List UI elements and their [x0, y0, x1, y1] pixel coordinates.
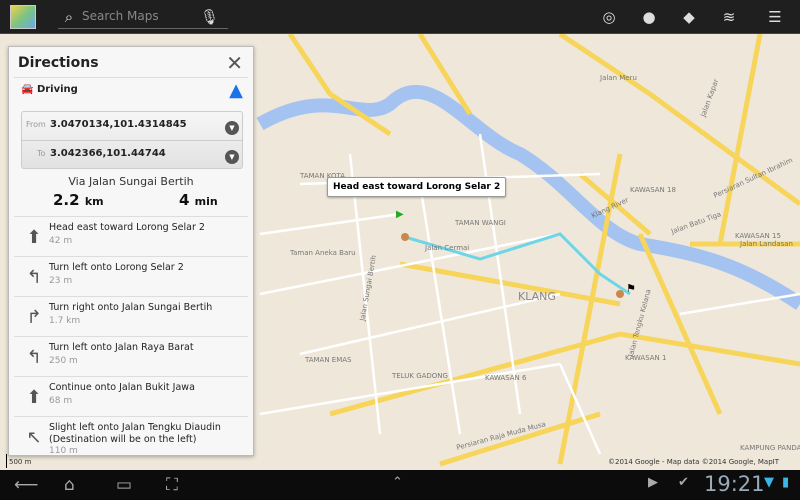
map-label: KAWASAN 15 [735, 232, 781, 240]
search-icon: ⌕ [64, 8, 74, 26]
store-check-icon: ✔ [678, 475, 689, 490]
direction-step[interactable]: ↰ Turn left onto Lorong Selar 2 23 m [14, 256, 248, 296]
clock: 19:21 [704, 472, 765, 496]
direction-step[interactable]: ⬆ Continue onto Jalan Bukit Jawa 68 m [14, 376, 248, 416]
turn-left-icon: ↰ [26, 347, 42, 368]
step-text: Head east toward Lorong Selar 2 [49, 222, 205, 233]
map-label: Jalan Landasan [740, 240, 793, 248]
direction-callout[interactable]: Head east toward Lorong Selar 2 [327, 177, 507, 197]
maps-logo-icon[interactable] [10, 5, 36, 29]
direction-step[interactable]: ↰ Turn left onto Jalan Raya Barat 250 m [14, 336, 248, 376]
step-distance: 110 m [49, 446, 78, 456]
top-action-bar: Search Maps ⌕ 🎙 ◎ ● ◆ ≋ ☰ [0, 0, 800, 34]
layers-icon[interactable]: ≋ [720, 8, 738, 26]
travel-mode-selector[interactable]: 🚘 Driving [21, 84, 78, 95]
from-field[interactable]: From 3.0470134,101.4314845 ▼ [22, 112, 242, 141]
panel-title: Directions [18, 55, 99, 71]
to-value: 3.042366,101.44744 [50, 148, 166, 159]
close-icon[interactable]: ✕ [226, 51, 243, 75]
play-store-icon: ▶ [648, 475, 658, 490]
route-distance: 2.2 km [53, 191, 104, 209]
to-label: To [37, 149, 46, 158]
map-label: Jalan Cermai [425, 244, 470, 252]
direction-step[interactable]: ↖ Slight left onto Jalan Tengku Diaudin (… [14, 416, 248, 456]
step-distance: 250 m [49, 356, 78, 366]
recent-apps-icon[interactable]: ▭ [116, 475, 132, 495]
step-text: Continue onto Jalan Bukit Jawa [49, 382, 195, 393]
map-label: TAMAN WANGI [455, 219, 506, 227]
places-icon[interactable]: ● [640, 8, 658, 26]
screenshot-icon[interactable]: ⛶ [166, 475, 178, 495]
direction-step[interactable]: ⬆ Head east toward Lorong Selar 2 42 m [14, 216, 248, 256]
turn-right-icon: ↱ [26, 307, 42, 328]
from-value: 3.0470134,101.4314845 [50, 119, 187, 130]
map-label: Jalan Meru [600, 74, 637, 82]
map-scale: 500 m [6, 454, 31, 468]
step-distance: 68 m [49, 396, 73, 406]
straight-icon: ⬆ [26, 387, 42, 408]
my-location-icon[interactable]: ◎ [600, 8, 618, 26]
back-icon[interactable]: ⟵ [14, 475, 38, 495]
to-field[interactable]: To 3.042366,101.44744 ▼ [22, 141, 242, 170]
home-icon[interactable]: ⌂ [64, 475, 75, 495]
step-text: Slight left onto Jalan Tengku Diaudin (D… [49, 422, 221, 445]
car-icon: 🚘 [21, 84, 37, 95]
chevron-down-icon[interactable]: ▼ [225, 150, 239, 164]
map-label: KAMPUNG PANDAN [740, 444, 800, 452]
system-nav-bar: ⟵ ⌂ ▭ ⛶ ⌃ ▶ ✔ 19:21 ▼ ▮ [0, 470, 800, 500]
map-label: TAMAN EMAS [305, 356, 352, 364]
microphone-icon[interactable]: 🎙 [200, 8, 219, 26]
travel-mode-label: Driving [36, 84, 78, 95]
directions-panel: Directions ✕ 🚘 Driving ▲ From 3.0470134,1… [8, 46, 254, 456]
step-distance: 42 m [49, 236, 73, 246]
map-label: Taman Aneka Baru [290, 249, 356, 257]
step-distance: 23 m [49, 276, 73, 286]
straight-icon: ⬆ [26, 227, 42, 248]
chevron-up-icon[interactable]: ⌃ [392, 475, 403, 490]
map-label: TELUK GADONG [392, 372, 448, 380]
slight-left-icon: ↖ [26, 427, 42, 448]
step-text: Turn left onto Lorong Selar 2 [49, 262, 184, 273]
menu-icon[interactable]: ☰ [766, 8, 784, 26]
map-label: KAWASAN 18 [630, 186, 676, 194]
step-text: Turn left onto Jalan Raya Barat [49, 342, 194, 353]
battery-icon: ▮ [782, 475, 790, 490]
step-distance: 1.7 km [49, 316, 81, 326]
directions-icon[interactable]: ◆ [680, 8, 698, 26]
route-duration: 4 min [179, 191, 218, 209]
route-via: Via Jalan Sungai Bertih [68, 175, 194, 188]
finish-flag-icon[interactable]: ⚑ [626, 282, 636, 295]
start-flag-icon[interactable]: ▶ [396, 209, 404, 220]
step-text: Turn right onto Jalan Sungai Bertih [49, 302, 213, 313]
map-copyright: ©2014 Google - Map data ©2014 Google, Ma… [608, 458, 779, 466]
turn-left-icon: ↰ [26, 267, 42, 288]
chevron-down-icon[interactable]: ▼ [225, 121, 239, 135]
navigation-arrow-icon[interactable]: ▲ [229, 80, 243, 101]
wifi-icon: ▼ [764, 475, 774, 490]
map-label: KLANG [518, 290, 556, 303]
from-label: From [26, 120, 46, 129]
direction-step[interactable]: ↱ Turn right onto Jalan Sungai Bertih 1.7 … [14, 296, 248, 336]
map-label: KAWASAN 6 [485, 374, 527, 382]
